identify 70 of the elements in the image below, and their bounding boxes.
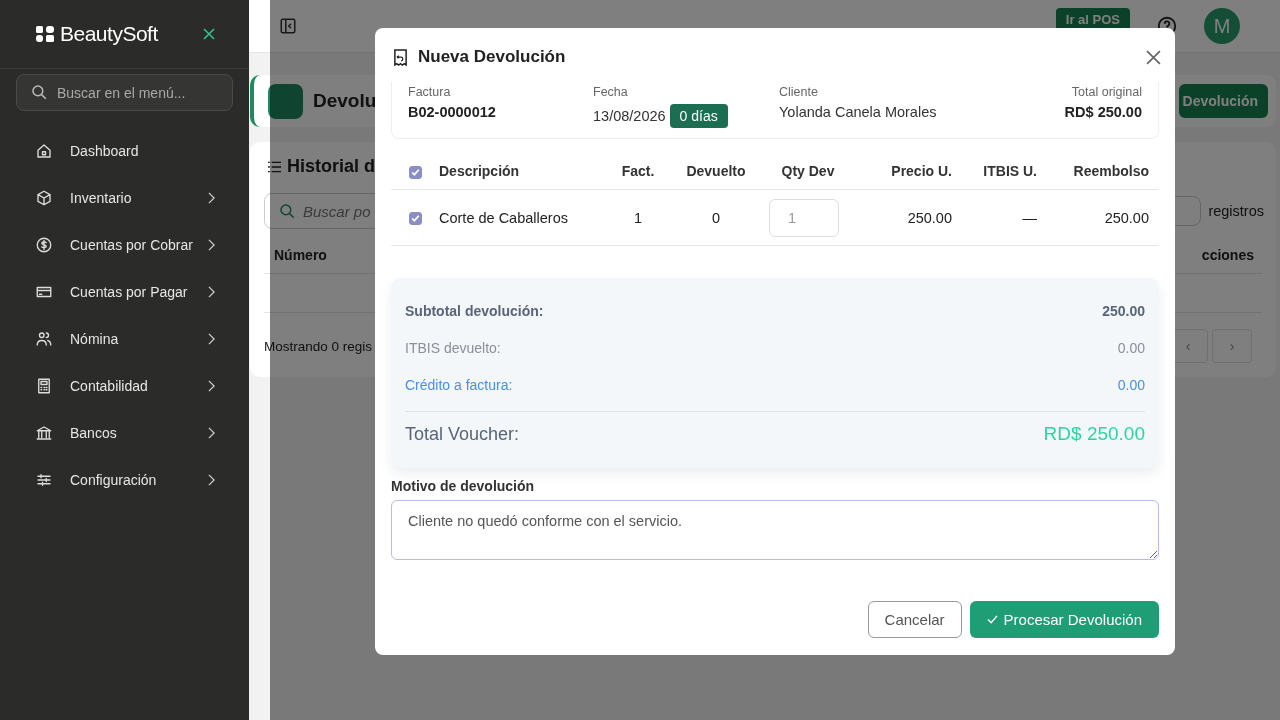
summary-label: Crédito a factura: [405, 376, 513, 393]
chevron-icon [208, 473, 215, 486]
chevron-icon [208, 332, 215, 345]
table-cell: — [1022, 209, 1037, 226]
sidebar-item[interactable]: Dashboard [0, 127, 249, 174]
calculator-icon [35, 376, 53, 395]
quantity-field[interactable]: 1 [769, 198, 839, 237]
column-header: Devuelto [686, 163, 746, 179]
column-header: ITBIS U. [983, 163, 1037, 179]
field-value: B02-0000012 [408, 104, 496, 120]
chevron-icon [208, 426, 215, 439]
brand-name: BeautySoft [60, 22, 159, 46]
menu-search-field[interactable]: Buscar en el menú... [16, 74, 233, 111]
summary-value: 0.00 [1117, 376, 1145, 393]
column-header: cciones [1201, 247, 1254, 263]
checkbox[interactable] [408, 212, 422, 226]
page-size-label: registros [1208, 203, 1264, 219]
column-header: Precio U. [891, 163, 952, 179]
chevron-icon [208, 191, 215, 204]
users-icon [35, 329, 53, 348]
search-icon [278, 202, 296, 220]
sidebar-toggle-icon[interactable] [279, 17, 297, 35]
sidebar-item[interactable]: Cuentas por Cobrar [0, 221, 249, 268]
summary-value: 0.00 [1117, 339, 1145, 356]
table-cell: 0 [711, 209, 721, 226]
dialog-title: Nueva Devolución [418, 47, 566, 67]
close-icon[interactable] [203, 28, 215, 40]
dollar-icon [35, 235, 53, 254]
field-value: RD$ 250.00 [1064, 104, 1142, 120]
chevron-icon [208, 238, 215, 251]
table-cell: 1 [633, 209, 643, 226]
sidebar-item[interactable]: Cuentas por Pagar [0, 268, 249, 315]
cancel-button[interactable]: Cancelar [867, 601, 962, 638]
sidebar-item[interactable]: Inventario [0, 174, 249, 221]
summary-label: Total Voucher: [405, 423, 520, 445]
field-label: Fecha [593, 84, 629, 100]
sidebar-item[interactable]: Configuración [0, 456, 249, 503]
column-header: Descripción [439, 163, 520, 179]
page-title: Devolu [313, 90, 377, 112]
sidebar-item[interactable]: Nómina [0, 315, 249, 362]
field-label: Total original [1071, 84, 1142, 100]
box-icon [35, 188, 53, 207]
column-header: Fact. [621, 163, 655, 179]
list-icon [268, 160, 281, 173]
field-label: Cliente [779, 84, 819, 100]
summary-value: RD$ 250.00 [1043, 423, 1145, 445]
summary-label: Subtotal devolución: [405, 302, 544, 319]
field-value: Yolanda Canela Morales [779, 104, 937, 120]
field-label: Factura [408, 84, 452, 100]
field-value: 13/08/2026 [593, 108, 666, 124]
chevron-icon [208, 285, 215, 298]
column-header: Número [274, 247, 327, 263]
sidebar-item[interactable]: Bancos [0, 409, 249, 456]
sidebar-item[interactable]: Contabilidad [0, 362, 249, 409]
field-label: Motivo de devolución [391, 478, 536, 494]
check-icon [986, 615, 998, 624]
days-badge: 0 días [669, 104, 728, 128]
search-icon [30, 83, 48, 101]
logo-icon [36, 26, 54, 42]
chevron-icon [208, 379, 215, 392]
column-header: Qty Dev [781, 163, 835, 179]
summary-value: 250.00 [1102, 302, 1145, 319]
table-cell: 250.00 [907, 209, 952, 226]
column-header: Reembolso [1073, 163, 1149, 179]
card-title: Historial d [287, 156, 375, 177]
reason-field[interactable]: Cliente no quedó conforme con el servicio. [391, 500, 1159, 560]
checkbox[interactable] [408, 165, 422, 179]
close-icon[interactable] [1146, 49, 1161, 65]
table-cell: 250.00 [1104, 209, 1149, 226]
summary-label: ITBIS devuelto: [405, 339, 501, 356]
